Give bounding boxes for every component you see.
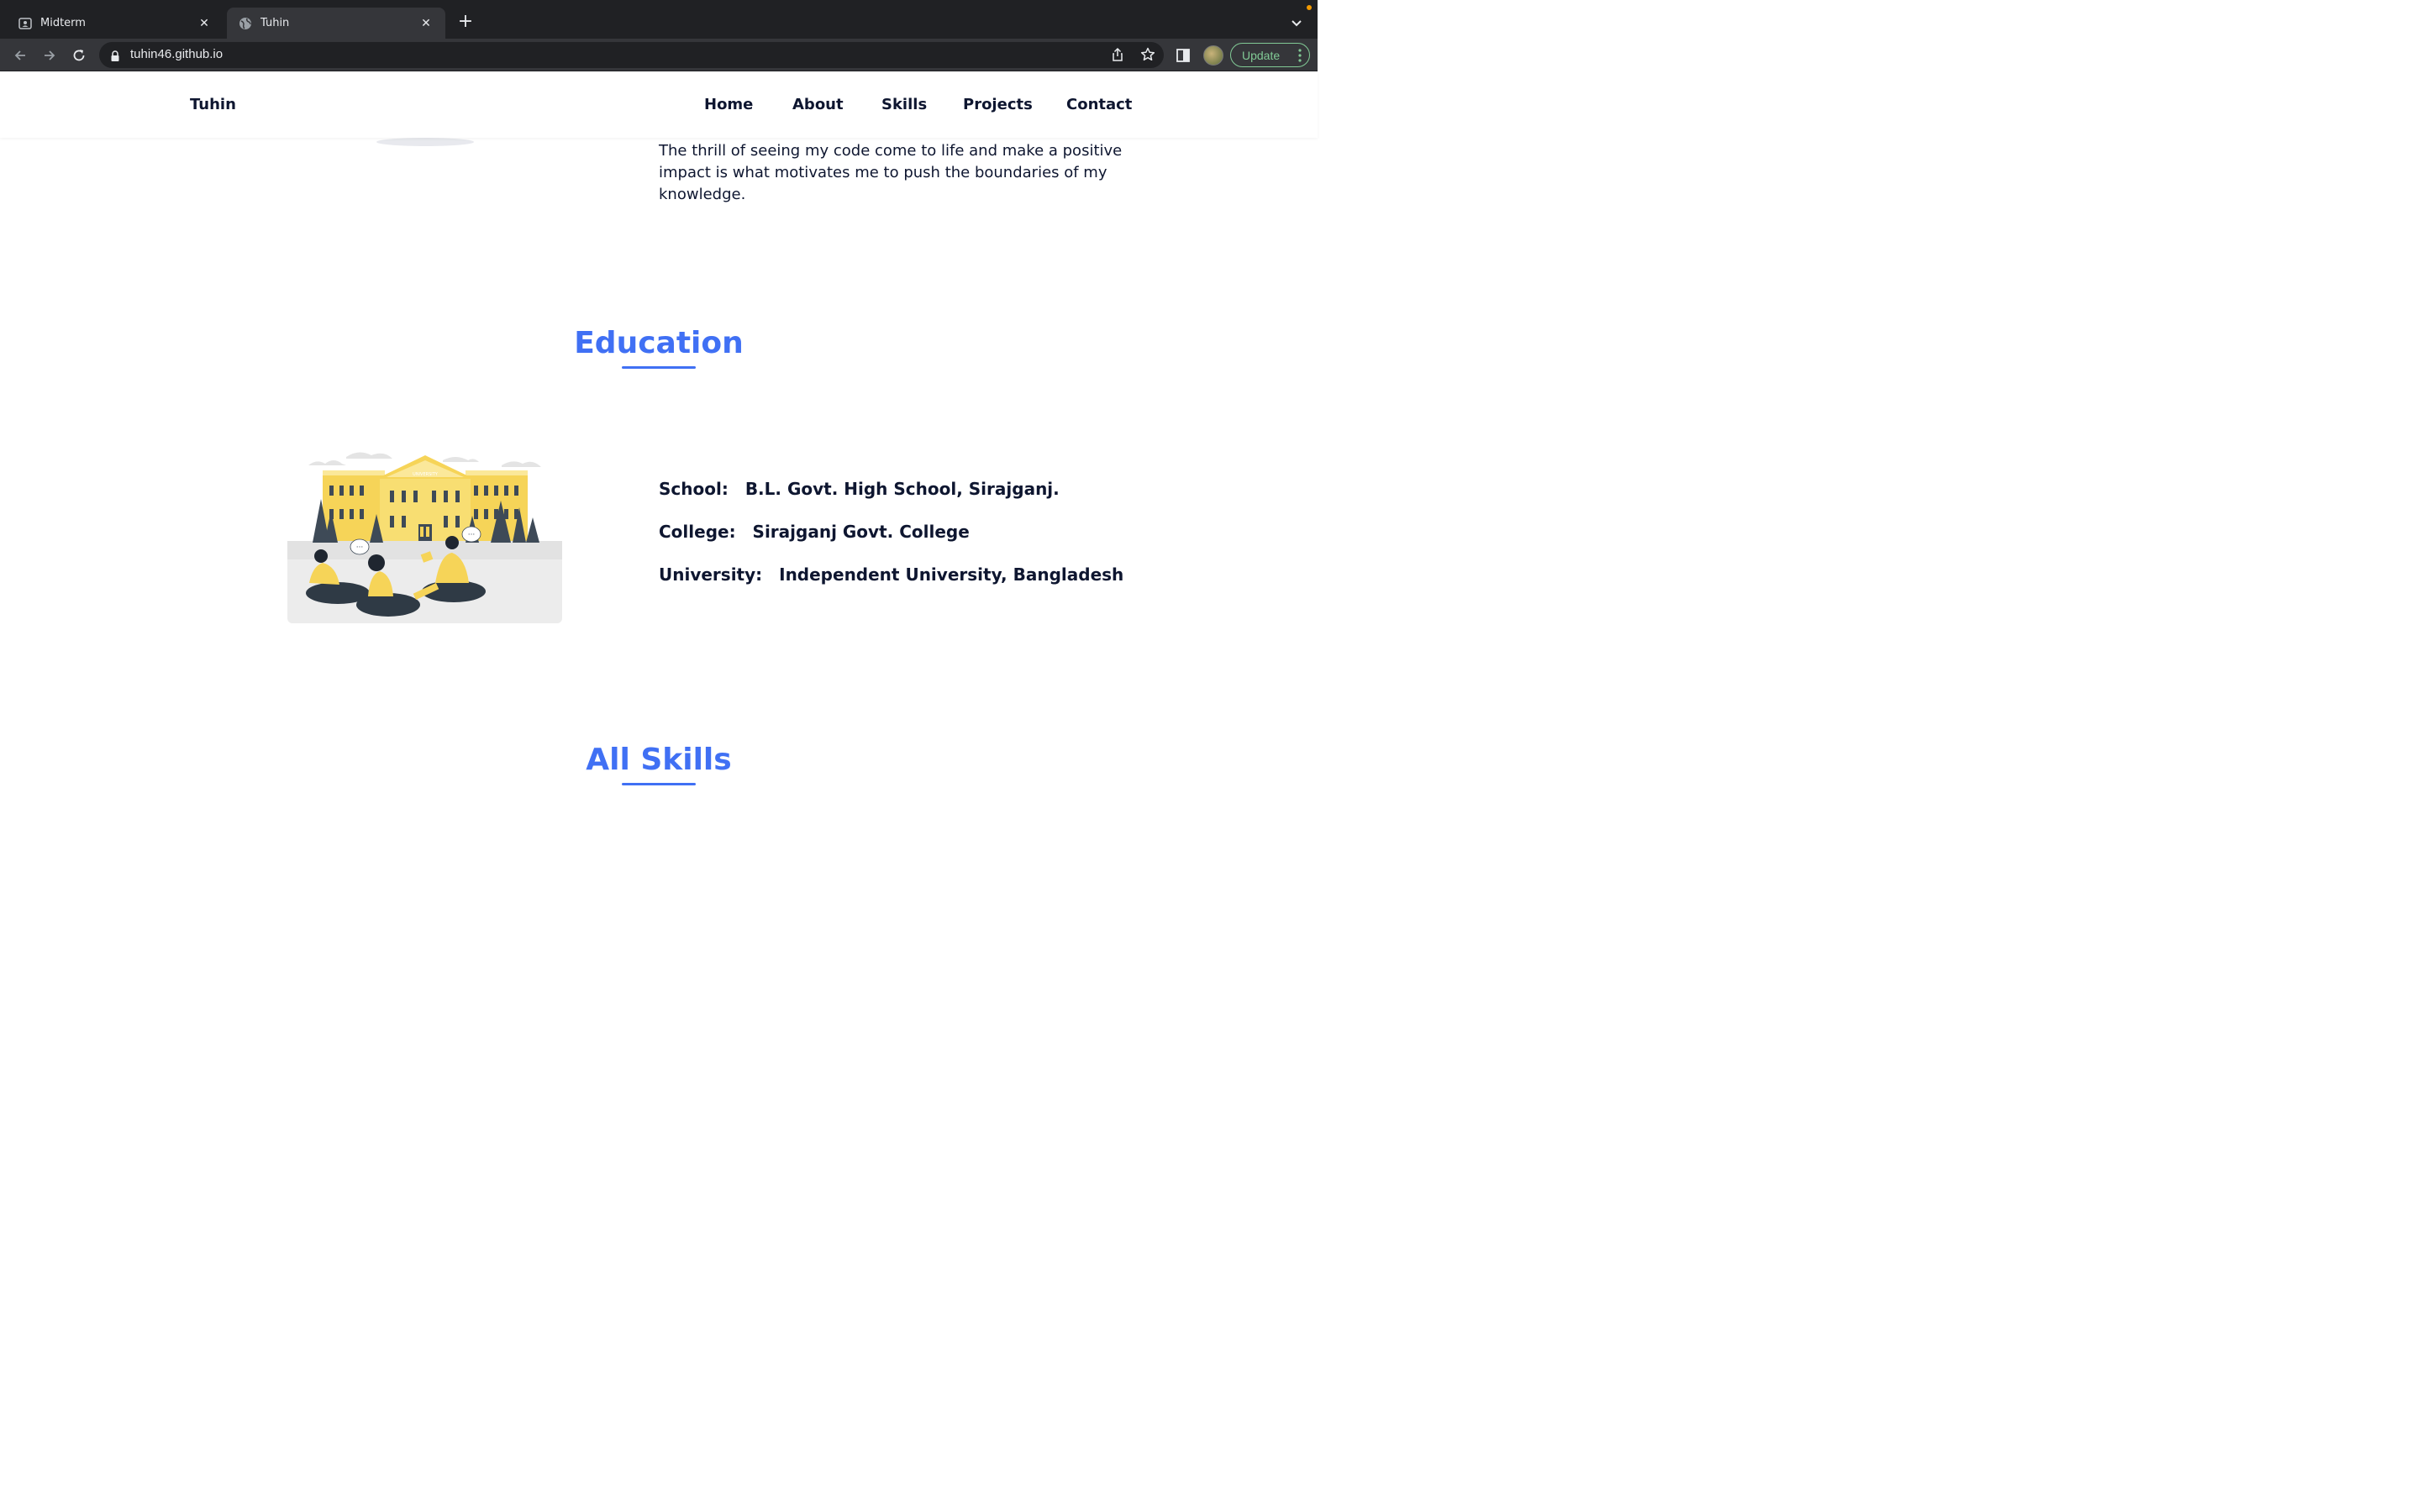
illustration-sign-text: UNIVERSITY <box>413 472 439 477</box>
more-menu-icon[interactable] <box>1298 49 1302 62</box>
side-panel-icon[interactable] <box>1175 47 1192 64</box>
tab-search-chevron-icon[interactable] <box>1287 13 1306 32</box>
university-illustration: UNIVERSITY ··· ··· <box>287 452 562 623</box>
tab-title: Midterm <box>40 17 86 29</box>
tab-midterm[interactable]: Midterm ✕ <box>7 8 224 39</box>
college-label: College: <box>659 522 736 542</box>
school-value: B.L. Govt. High School, Sirajganj. <box>744 479 1060 499</box>
profile-avatar[interactable] <box>1203 45 1223 66</box>
svg-text:···: ··· <box>356 543 364 552</box>
education-university: University: Independent University, Bang… <box>659 564 1123 585</box>
university-label: University: <box>659 564 763 585</box>
bookmark-star-icon[interactable] <box>1139 46 1156 63</box>
close-tab-icon[interactable]: ✕ <box>197 16 212 31</box>
university-value: Independent University, Bangladesh <box>779 564 1124 585</box>
globe-icon <box>239 17 252 30</box>
nav-about[interactable]: About <box>792 96 844 113</box>
tab-tuhin[interactable]: Tuhin ✕ <box>227 8 445 39</box>
hero-image-shadow <box>376 138 474 146</box>
skills-heading: All Skills <box>586 743 732 777</box>
new-tab-button[interactable]: + <box>455 12 476 32</box>
nav-skills[interactable]: Skills <box>881 96 927 113</box>
education-school: School: B.L. Govt. High School, Sirajgan… <box>659 479 1060 499</box>
tab-title: Tuhin <box>260 17 290 29</box>
url-text: tuhin46.github.io <box>130 47 224 61</box>
school-label: School: <box>659 479 729 499</box>
skills-heading-underline <box>622 783 696 785</box>
education-heading-underline <box>622 366 696 369</box>
lock-icon[interactable] <box>110 50 120 61</box>
contact-card-icon <box>18 17 32 30</box>
close-tab-icon[interactable]: ✕ <box>418 16 434 31</box>
college-value: Sirajganj Govt. College <box>752 522 970 542</box>
svg-text:···: ··· <box>468 531 476 539</box>
education-heading: Education <box>574 326 744 360</box>
nav-home[interactable]: Home <box>704 96 753 113</box>
share-icon[interactable] <box>1110 47 1125 62</box>
browser-tab-strip: Midterm ✕ Tuhin ✕ + <box>0 0 1318 39</box>
address-bar[interactable]: tuhin46.github.io <box>99 42 1164 68</box>
browser-toolbar: tuhin46.github.io Update <box>0 39 1318 71</box>
nav-projects[interactable]: Projects <box>963 96 1033 113</box>
reload-icon[interactable] <box>68 45 90 66</box>
notification-dot <box>1307 5 1312 10</box>
back-arrow-icon[interactable] <box>9 45 31 66</box>
update-label: Update <box>1242 48 1281 62</box>
nav-contact[interactable]: Contact <box>1066 96 1132 113</box>
site-logo[interactable]: Tuhin <box>190 96 236 113</box>
about-paragraph: The thrill of seeing my code come to lif… <box>659 142 1123 203</box>
update-button[interactable]: Update <box>1230 43 1310 67</box>
site-header: Tuhin Home About Skills Projects Contact <box>0 72 1318 138</box>
education-college: College: Sirajganj Govt. College <box>659 522 970 542</box>
forward-arrow-icon[interactable] <box>39 45 60 66</box>
